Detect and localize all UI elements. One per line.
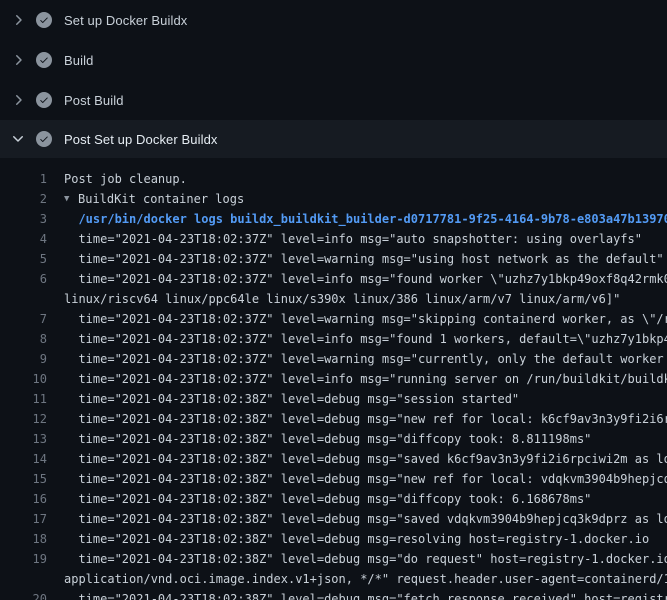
log-text: time="2021-04-23T18:02:38Z" level=debug …: [64, 529, 649, 549]
line-number[interactable]: 13: [0, 429, 47, 449]
step-title: Post Set up Docker Buildx: [64, 132, 218, 147]
log-row: 19 time="2021-04-23T18:02:38Z" level=deb…: [0, 549, 667, 569]
log-text: time="2021-04-23T18:02:37Z" level=warnin…: [64, 309, 667, 329]
line-number[interactable]: 19: [0, 549, 47, 569]
log-row: 11 time="2021-04-23T18:02:38Z" level=deb…: [0, 389, 667, 409]
log-area: 1 Post job cleanup. 2 ▼BuildKit container l…: [0, 158, 667, 600]
log-text: time="2021-04-23T18:02:37Z" level=info m…: [64, 369, 667, 389]
log-text: linux/riscv64 linux/ppc64le linux/s390x …: [64, 289, 620, 309]
log-group-caret-icon[interactable]: ▼: [64, 189, 78, 209]
log-text: time="2021-04-23T18:02:38Z" level=debug …: [64, 389, 519, 409]
line-number[interactable]: 1: [0, 169, 47, 189]
log-group-title: BuildKit container logs: [78, 192, 244, 206]
log-row: 8 time="2021-04-23T18:02:37Z" level=info…: [0, 329, 667, 349]
actions-log-viewer: Set up Docker Buildx Build Post Build Post …: [0, 0, 667, 600]
log-row: 13 time="2021-04-23T18:02:38Z" level=deb…: [0, 429, 667, 449]
log-row: 3 /usr/bin/docker logs buildx_buildkit_b…: [0, 209, 667, 229]
chevron-right-icon: [10, 52, 26, 68]
log-text: time="2021-04-23T18:02:38Z" level=debug …: [64, 489, 591, 509]
log-row: 10 time="2021-04-23T18:02:37Z" level=inf…: [0, 369, 667, 389]
log-row: 15 time="2021-04-23T18:02:38Z" level=deb…: [0, 469, 667, 489]
line-number[interactable]: 11: [0, 389, 47, 409]
log-row: 18 time="2021-04-23T18:02:38Z" level=deb…: [0, 529, 667, 549]
line-number[interactable]: 16: [0, 489, 47, 509]
log-text: ▼BuildKit container logs: [64, 189, 244, 209]
chevron-right-icon: [10, 12, 26, 28]
log-row: 7 time="2021-04-23T18:02:37Z" level=warn…: [0, 309, 667, 329]
log-text: time="2021-04-23T18:02:38Z" level=debug …: [64, 469, 667, 489]
log-text: time="2021-04-23T18:02:37Z" level=warnin…: [64, 349, 667, 369]
log-text: time="2021-04-23T18:02:38Z" level=debug …: [64, 409, 667, 429]
line-number: [0, 289, 47, 309]
line-number[interactable]: 5: [0, 249, 47, 269]
log-text: time="2021-04-23T18:02:38Z" level=debug …: [64, 449, 667, 469]
step-row-post-set-up-docker-buildx[interactable]: Post Set up Docker Buildx: [0, 120, 667, 158]
line-number[interactable]: 2: [0, 189, 47, 209]
log-text: application/vnd.oci.image.index.v1+json,…: [64, 569, 667, 589]
line-number[interactable]: 7: [0, 309, 47, 329]
log-text: Post job cleanup.: [64, 169, 187, 189]
step-row-build[interactable]: Build: [0, 40, 667, 80]
check-circle-icon: [36, 12, 52, 28]
log-row: 12 time="2021-04-23T18:02:38Z" level=deb…: [0, 409, 667, 429]
line-number[interactable]: 6: [0, 269, 47, 289]
step-row-post-build[interactable]: Post Build: [0, 80, 667, 120]
log-row: 6 time="2021-04-23T18:02:37Z" level=info…: [0, 269, 667, 289]
line-number[interactable]: 20: [0, 589, 47, 600]
line-number[interactable]: 10: [0, 369, 47, 389]
step-title: Set up Docker Buildx: [64, 13, 187, 28]
check-circle-icon: [36, 52, 52, 68]
log-text: time="2021-04-23T18:02:37Z" level=info m…: [64, 269, 667, 289]
log-row: 17 time="2021-04-23T18:02:38Z" level=deb…: [0, 509, 667, 529]
line-number[interactable]: 15: [0, 469, 47, 489]
step-title: Post Build: [64, 93, 124, 108]
step-title: Build: [64, 53, 93, 68]
log-row: application/vnd.oci.image.index.v1+json,…: [0, 569, 667, 589]
line-number[interactable]: 3: [0, 209, 47, 229]
line-number[interactable]: 4: [0, 229, 47, 249]
log-row: 5 time="2021-04-23T18:02:37Z" level=warn…: [0, 249, 667, 269]
line-number[interactable]: 9: [0, 349, 47, 369]
step-row-set-up-docker-buildx[interactable]: Set up Docker Buildx: [0, 0, 667, 40]
line-number[interactable]: 14: [0, 449, 47, 469]
log-text: time="2021-04-23T18:02:38Z" level=debug …: [64, 549, 667, 569]
log-row: 4 time="2021-04-23T18:02:37Z" level=info…: [0, 229, 667, 249]
log-text: time="2021-04-23T18:02:37Z" level=warnin…: [64, 249, 664, 269]
log-text: time="2021-04-23T18:02:37Z" level=info m…: [64, 229, 642, 249]
log-row: linux/riscv64 linux/ppc64le linux/s390x …: [0, 289, 667, 309]
log-text: time="2021-04-23T18:02:37Z" level=info m…: [64, 329, 667, 349]
log-row: 1 Post job cleanup.: [0, 169, 667, 189]
line-number[interactable]: 12: [0, 409, 47, 429]
line-number[interactable]: 18: [0, 529, 47, 549]
check-circle-icon: [36, 92, 52, 108]
log-text: time="2021-04-23T18:02:38Z" level=debug …: [64, 429, 591, 449]
log-row: 14 time="2021-04-23T18:02:38Z" level=deb…: [0, 449, 667, 469]
chevron-down-icon: [10, 131, 26, 147]
log-text: time="2021-04-23T18:02:38Z" level=debug …: [64, 509, 667, 529]
log-row: 9 time="2021-04-23T18:02:37Z" level=warn…: [0, 349, 667, 369]
log-row: 2 ▼BuildKit container logs: [0, 189, 667, 209]
log-row: 20 time="2021-04-23T18:02:38Z" level=deb…: [0, 589, 667, 600]
check-circle-icon: [36, 131, 52, 147]
log-row: 16 time="2021-04-23T18:02:38Z" level=deb…: [0, 489, 667, 509]
step-list: Set up Docker Buildx Build Post Build Post …: [0, 0, 667, 158]
line-number[interactable]: 8: [0, 329, 47, 349]
line-number[interactable]: 17: [0, 509, 47, 529]
chevron-right-icon: [10, 92, 26, 108]
line-number: [0, 569, 47, 589]
log-text: time="2021-04-23T18:02:38Z" level=debug …: [64, 589, 667, 600]
log-command-text: /usr/bin/docker logs buildx_buildkit_bui…: [64, 209, 667, 229]
